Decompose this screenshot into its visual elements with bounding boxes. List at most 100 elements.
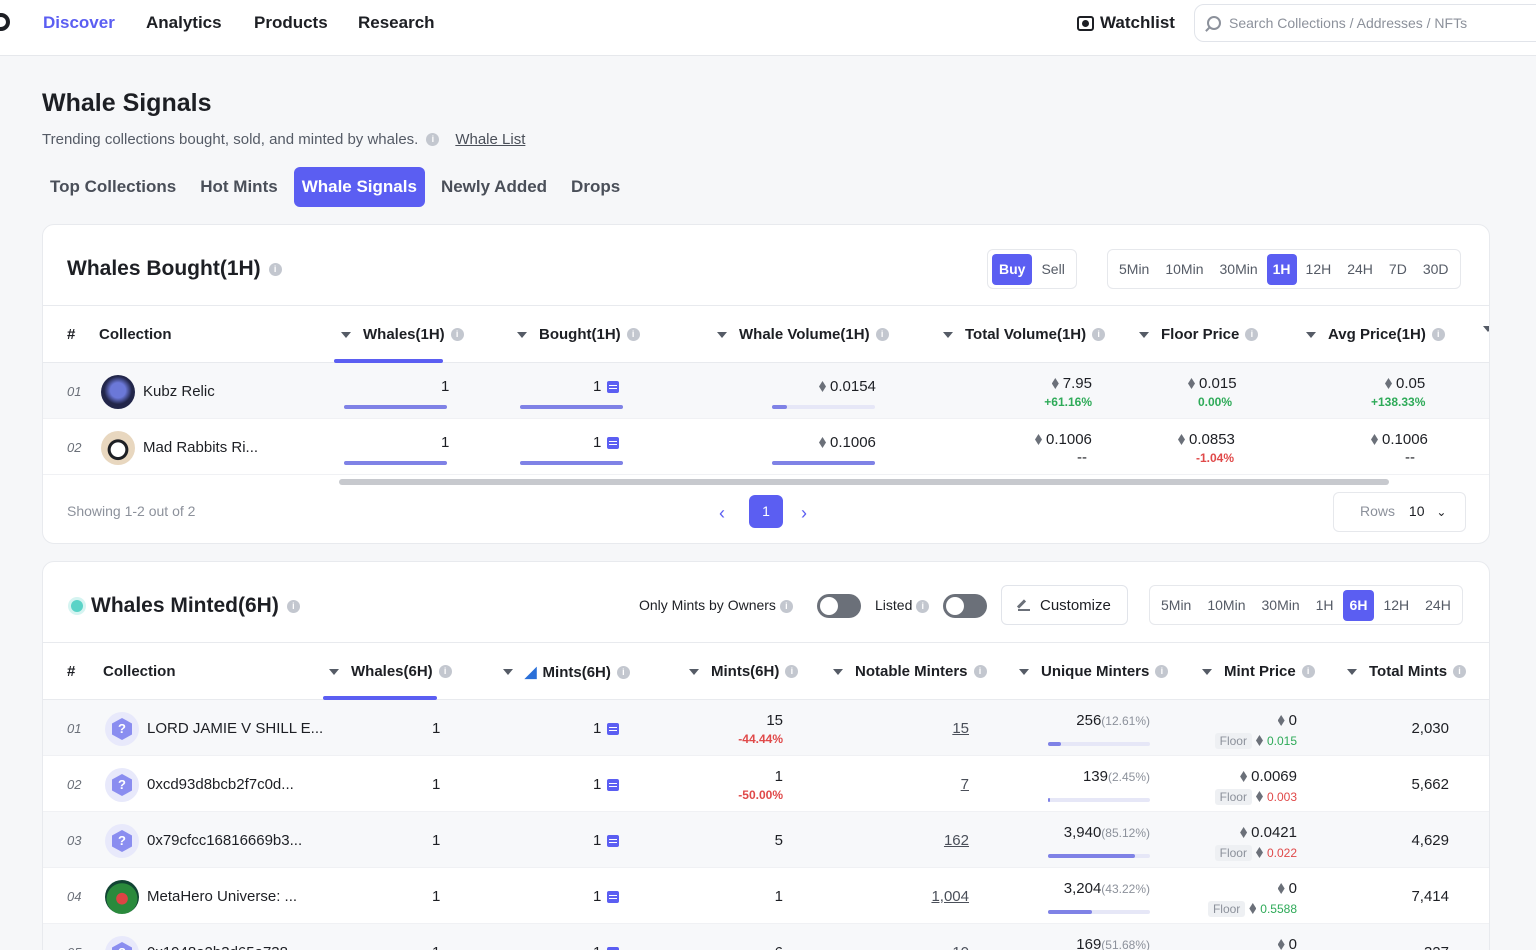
table-row[interactable]: 01? LORD JAMIE V SHILL E... 1 1 15 -44.44% 15 2… (43, 700, 1489, 756)
timeframe-30min[interactable]: 30Min (1213, 254, 1265, 285)
col-total-volume[interactable]: Total Volume(1H) i (943, 326, 1106, 343)
collection-name[interactable]: MetaHero Universe: ... (147, 888, 297, 905)
info-icon[interactable]: i (1431, 328, 1445, 341)
table-row[interactable]: 02? 0xcd93d8bcb2f7c0d... 1 1 1 -50.00% 7 139(2.… (43, 756, 1489, 812)
nav-discover[interactable]: Discover (43, 13, 115, 33)
document-icon[interactable] (607, 437, 620, 450)
collection-name[interactable]: Kubz Relic (143, 383, 215, 400)
info-icon[interactable]: i (426, 133, 440, 146)
info-icon[interactable]: i (973, 665, 987, 678)
collection-name[interactable]: 0xcd93d8bcb2f7c0d... (147, 776, 294, 793)
notable-minters-value[interactable]: 15 (952, 720, 969, 737)
info-icon[interactable]: i (1245, 328, 1259, 341)
col-mint-price[interactable]: Mint Price i (1202, 663, 1315, 680)
timeframe-30d[interactable]: 30D (1416, 254, 1456, 285)
col-avg-price[interactable]: Avg Price(1H) i (1306, 326, 1445, 343)
timeframe-24h[interactable]: 24H (1418, 590, 1458, 621)
avatar[interactable] (101, 431, 135, 465)
tab-whale-signals[interactable]: Whale Signals (293, 167, 425, 207)
collection-name[interactable]: 0x1948a2b3d65a738... (147, 944, 300, 950)
notable-minters-link[interactable]: 1,004 (883, 888, 969, 905)
nav-products[interactable]: Products (254, 13, 328, 33)
timeframe-12h[interactable]: 12H (1376, 590, 1416, 621)
col-whales[interactable]: Whales(1H) i (341, 326, 464, 343)
notable-minters-link[interactable]: 7 (883, 776, 969, 793)
timeframe-1h[interactable]: 1H (1309, 590, 1341, 621)
page-1-button[interactable]: 1 (749, 495, 783, 528)
info-icon[interactable]: i (286, 599, 300, 613)
avatar[interactable]: ? (105, 768, 139, 802)
col-whales[interactable]: Whales(6H) i (329, 663, 452, 680)
collection-name[interactable]: LORD JAMIE V SHILL E... (147, 720, 323, 737)
timeframe-10min[interactable]: 10Min (1158, 254, 1210, 285)
prev-page-button[interactable]: ‹ (719, 503, 725, 524)
notable-minters-value[interactable]: 162 (944, 832, 969, 849)
notable-minters-link[interactable]: 10 (883, 944, 969, 950)
info-icon[interactable]: i (1301, 665, 1315, 678)
col-whale-mints[interactable]: ◢ Mints(6H) i (503, 663, 630, 681)
info-icon[interactable]: i (268, 262, 282, 276)
timeframe-10min[interactable]: 10Min (1200, 590, 1252, 621)
table-row[interactable]: 02 Mad Rabbits Ri... 1 1 0.1006 0.1006 -… (43, 419, 1489, 475)
sell-option[interactable]: Sell (1034, 254, 1071, 285)
info-icon[interactable]: i (779, 599, 793, 613)
whale-list-link[interactable]: Whale List (455, 131, 525, 148)
info-icon[interactable]: i (438, 665, 452, 678)
col-total-mints[interactable]: Total Mints i (1347, 663, 1467, 680)
notable-minters-link[interactable]: 15 (883, 720, 969, 737)
watchlist-button[interactable]: Watchlist (1077, 13, 1175, 33)
info-icon[interactable]: i (1453, 665, 1467, 678)
info-icon[interactable]: i (1155, 665, 1169, 678)
timeframe-30min[interactable]: 30Min (1255, 590, 1307, 621)
col-mints[interactable]: Mints(6H) i (689, 663, 799, 680)
timeframe-7d[interactable]: 7D (1382, 254, 1414, 285)
rows-per-page-select[interactable]: Rows 10 ⌄ (1333, 492, 1466, 532)
table-row[interactable]: 05? 0x1948a2b3d65a738... 1 1 6 10 169(51.68%) 0… (43, 924, 1489, 950)
logo-icon[interactable] (0, 13, 10, 31)
timeframe-6h[interactable]: 6H (1342, 589, 1375, 621)
table-row[interactable]: 01 Kubz Relic 1 1 0.0154 7.95 +61.16% 0.… (43, 363, 1489, 419)
notable-minters-link[interactable]: 162 (883, 832, 969, 849)
timeframe-24h[interactable]: 24H (1340, 254, 1380, 285)
document-icon[interactable] (607, 891, 620, 904)
buy-option[interactable]: Buy (992, 253, 1033, 285)
collection-name[interactable]: Mad Rabbits Ri... (143, 439, 258, 456)
listed-toggle[interactable] (943, 594, 987, 618)
notable-minters-value[interactable]: 1,004 (931, 888, 969, 905)
info-icon[interactable]: i (450, 328, 464, 341)
avatar[interactable]: ? (105, 824, 139, 858)
avatar[interactable]: ? (105, 936, 139, 950)
col-bought[interactable]: Bought(1H) i (517, 326, 640, 343)
timeframe-5min[interactable]: 5Min (1112, 254, 1156, 285)
info-icon[interactable]: i (1092, 328, 1106, 341)
notable-minters-value[interactable]: 10 (952, 944, 969, 950)
collection-name[interactable]: 0x79cfcc16816669b3... (147, 832, 302, 849)
col-more[interactable] (1483, 326, 1489, 332)
timeframe-1h[interactable]: 1H (1266, 253, 1297, 285)
table-row[interactable]: 03? 0x79cfcc16816669b3... 1 1 5 162 3,940(85.1… (43, 812, 1489, 868)
document-icon[interactable] (607, 723, 620, 736)
nav-research[interactable]: Research (358, 13, 435, 33)
avatar[interactable] (105, 880, 139, 914)
col-floor-price[interactable]: Floor Price i (1139, 326, 1259, 343)
table-row[interactable]: 04 MetaHero Universe: ... 1 1 1 1,004 3,204(43… (43, 868, 1489, 924)
avatar[interactable] (101, 375, 135, 409)
col-notable-minters[interactable]: Notable Minters i (833, 663, 987, 680)
tab-hot-mints[interactable]: Hot Mints (192, 167, 285, 207)
tab-top-collections[interactable]: Top Collections (42, 167, 184, 207)
col-whale-volume[interactable]: Whale Volume(1H) i (717, 326, 889, 343)
info-icon[interactable]: i (626, 328, 640, 341)
avatar[interactable]: ? (105, 712, 139, 746)
document-icon[interactable] (607, 835, 620, 848)
next-page-button[interactable]: › (801, 503, 807, 524)
nav-analytics[interactable]: Analytics (146, 13, 222, 33)
timeframe-12h[interactable]: 12H (1299, 254, 1339, 285)
info-icon[interactable]: i (785, 665, 799, 678)
search-input[interactable]: Search Collections / Addresses / NFTs (1194, 4, 1536, 42)
info-icon[interactable]: i (916, 599, 930, 613)
only-owners-toggle[interactable] (817, 594, 861, 618)
info-icon[interactable]: i (616, 665, 630, 679)
col-unique-minters[interactable]: Unique Minters i (1019, 663, 1169, 680)
document-icon[interactable] (607, 381, 620, 394)
tab-drops[interactable]: Drops (563, 167, 628, 207)
